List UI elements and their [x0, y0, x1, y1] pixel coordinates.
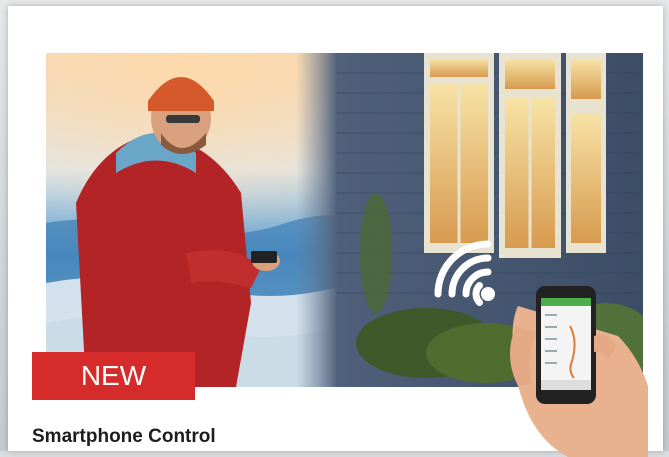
new-badge: NEW — [32, 352, 195, 400]
caption-title: Smartphone Control — [32, 426, 216, 447]
wifi-icon — [434, 240, 495, 306]
hand-holding-smartphone-icon — [509, 286, 648, 457]
product-card: NEW Smartphone Control — [8, 6, 663, 457]
